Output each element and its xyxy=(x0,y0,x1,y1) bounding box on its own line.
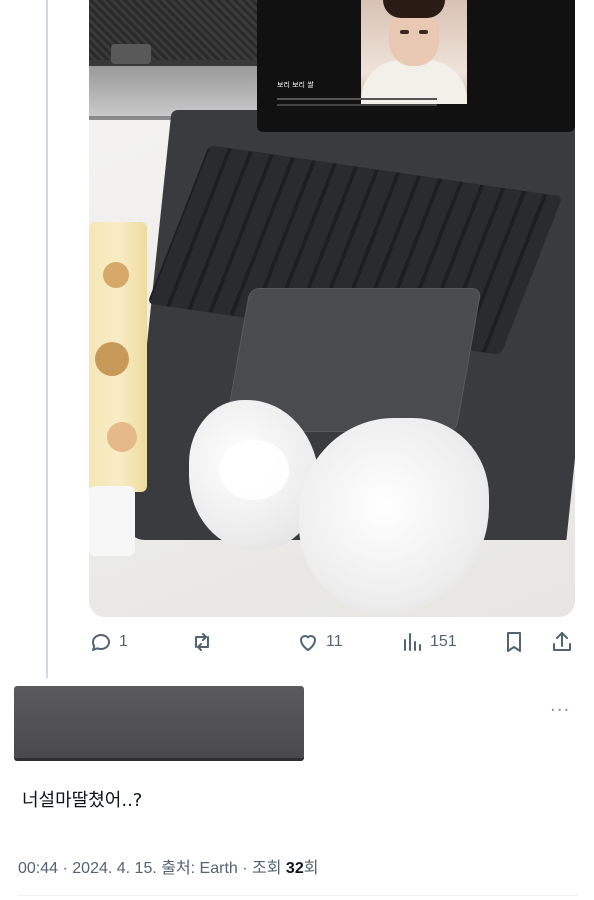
crumpled-tissue xyxy=(219,440,289,500)
like-count: 11 xyxy=(326,633,343,650)
tweet-action-bar: 1 11 151 xyxy=(0,622,594,662)
retweet-icon xyxy=(195,633,209,651)
screen-video-description xyxy=(277,98,437,100)
tissue-pack-print xyxy=(107,422,137,452)
laptop-screen: 보리 보리 쌀 xyxy=(257,0,575,132)
tissue-wrapper xyxy=(89,486,135,556)
reply-time[interactable]: 00:44 xyxy=(18,860,58,877)
share-icon xyxy=(553,632,571,651)
meta-separator: · xyxy=(237,860,253,877)
bookmark-button[interactable] xyxy=(502,628,526,656)
thread-line xyxy=(46,0,48,678)
more-icon[interactable]: ··· xyxy=(550,700,570,721)
screen-video-thumbnail xyxy=(361,0,467,104)
tissue-pack-print xyxy=(103,262,129,288)
redacted-author-block xyxy=(14,686,304,758)
meta-separator: · xyxy=(58,860,73,877)
reply-text: 너설마딸쳤어..? xyxy=(22,790,143,811)
views-icon xyxy=(404,633,421,651)
reply-date[interactable]: 2024. 4. 15. xyxy=(72,860,157,877)
share-button[interactable] xyxy=(550,628,574,656)
like-icon xyxy=(300,635,316,651)
screen-person-hair xyxy=(383,0,445,18)
reply-count: 1 xyxy=(119,633,128,650)
retweet-button[interactable] xyxy=(190,628,220,656)
like-button[interactable]: 11 xyxy=(296,628,343,656)
reply-button[interactable]: 1 xyxy=(89,628,128,656)
screen-person-face xyxy=(389,10,439,66)
screen-person-eye xyxy=(400,30,409,34)
views-suffix: 회 xyxy=(303,860,319,877)
stand-bar xyxy=(89,66,259,116)
screen-person-eye xyxy=(419,30,428,34)
views-count[interactable]: 32 xyxy=(286,860,304,877)
reply-source: 출처: Earth xyxy=(156,860,238,877)
tissue-pack-print xyxy=(95,342,129,376)
views-prefix: 조회 xyxy=(252,860,286,877)
monitor-stand xyxy=(89,0,259,120)
views-button[interactable]: 151 xyxy=(400,628,457,656)
view-count: 151 xyxy=(430,633,457,650)
reply-icon xyxy=(92,634,110,651)
stand-clip xyxy=(111,44,151,64)
screen-video-title: 보리 보리 쌀 xyxy=(277,81,314,89)
reply-meta: 00:44 · 2024. 4. 15. 출처: Earth · 조회 32회 xyxy=(18,854,318,878)
divider xyxy=(18,895,578,896)
tissue-pack xyxy=(89,222,147,492)
bookmark-icon xyxy=(507,632,521,652)
tweet-photo[interactable]: 보리 보리 쌀 xyxy=(89,0,575,617)
